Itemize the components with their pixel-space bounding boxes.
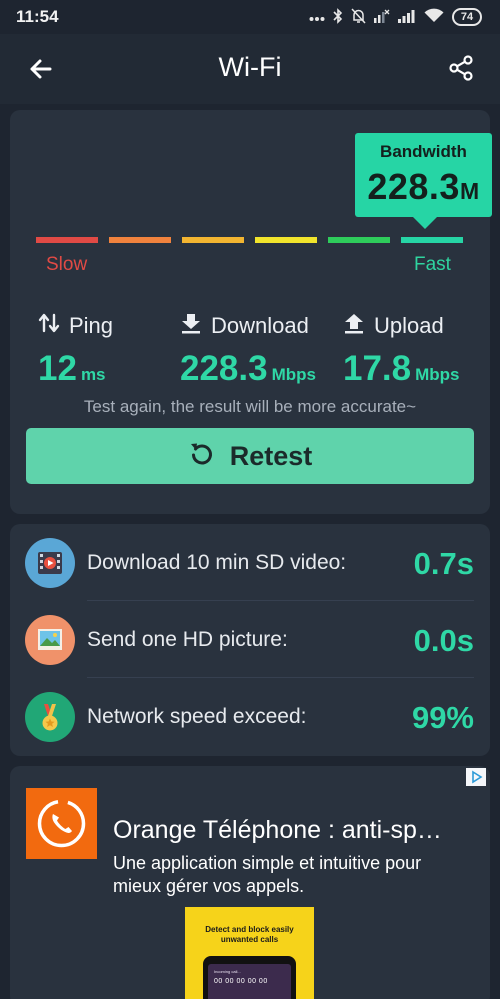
ad-screenshot-number: 00 00 00 00 00 [214, 978, 268, 985]
result-label: Send one HD picture: [87, 628, 288, 651]
result-label: Download 10 min SD video: [87, 551, 347, 574]
scale-slow-label: Slow [46, 254, 88, 275]
ad-screenshot-text: Detect and block easily unwanted calls [205, 925, 294, 944]
download-value: 228.3 [180, 349, 268, 388]
signal-x-icon [374, 9, 390, 26]
page-title: Wi-Fi [218, 52, 282, 82]
speed-scale-segment [255, 237, 317, 243]
orange-phone-logo[interactable] [26, 788, 97, 859]
ping-arrows-icon [38, 312, 60, 340]
wifi-icon [424, 8, 444, 26]
ping-metric: Ping 12 ms [38, 312, 113, 389]
download-metric: Download 228.3 Mbps [180, 312, 316, 389]
status-bar: 11:54 74 [0, 0, 500, 34]
upload-icon [343, 312, 365, 340]
picture-icon [25, 615, 75, 665]
result-value: 99% [411, 700, 474, 735]
result-row: Send one HD picture: 0.0s [10, 601, 490, 678]
refresh-icon [188, 440, 216, 473]
results-card: Download 10 min SD video: 0.7s Send one … [10, 524, 490, 756]
retest-hint: Test again, the result will be more accu… [83, 397, 417, 416]
status-icons: 74 [309, 7, 482, 27]
ping-label: Ping [69, 313, 114, 338]
scale-fast-label: Fast [414, 254, 451, 275]
ad-title[interactable]: Orange Téléphone : anti-sp… [113, 816, 473, 845]
upload-label: Upload [374, 313, 444, 338]
retest-button-label: Retest [229, 440, 313, 471]
ad-description: Une application simple et intuitive pour… [113, 853, 422, 896]
download-icon [180, 312, 202, 340]
share-icon[interactable] [446, 53, 476, 83]
result-value: 0.7s [413, 546, 474, 581]
bandwidth-value-group: 228.3M [355, 166, 492, 208]
ad-phone-image: Incoming call... 00 00 00 00 00 [203, 956, 296, 999]
medal-icon [25, 692, 75, 742]
video-icon [25, 538, 75, 588]
bluetooth-icon [333, 7, 343, 27]
ad-phone-screen: Incoming call... 00 00 00 00 00 [208, 964, 291, 999]
signal-icon [398, 9, 416, 26]
upload-unit: Mbps [415, 365, 460, 384]
upload-metric: Upload 17.8 Mbps [343, 312, 460, 389]
result-value: 0.0s [413, 623, 474, 658]
speed-scale-segment [109, 237, 171, 243]
bandwidth-unit: M [459, 178, 480, 204]
speed-scale-segment [36, 237, 98, 243]
more-dots-icon [309, 9, 325, 25]
retest-button[interactable]: Retest [26, 428, 474, 484]
speed-scale-segment [401, 237, 463, 243]
speed-scale-segment [328, 237, 390, 243]
result-row: Network speed exceed: 99% [10, 678, 490, 755]
status-time: 11:54 [16, 7, 59, 26]
battery-icon: 74 [452, 8, 482, 26]
ad-screenshot[interactable]: Detect and block easily unwanted calls I… [185, 907, 314, 999]
result-label: Network speed exceed: [87, 705, 307, 728]
ad-card[interactable]: Orange Téléphone : anti-sp… Une applicat… [10, 766, 490, 999]
bandwidth-bubble: Bandwidth 228.3M [355, 133, 492, 229]
speed-scale-segment [182, 237, 244, 243]
adchoices-icon[interactable] [466, 768, 486, 786]
mute-bell-icon [351, 7, 366, 27]
ping-value: 12 [38, 349, 77, 388]
bandwidth-label: Bandwidth [380, 142, 467, 161]
app-bar: Wi-Fi [0, 34, 500, 104]
ping-unit: ms [80, 365, 106, 384]
result-row: Download 10 min SD video: 0.7s [10, 524, 490, 601]
upload-value: 17.8 [343, 349, 412, 388]
ad-screenshot-call-label: Incoming call... [214, 969, 241, 974]
download-unit: Mbps [271, 365, 316, 384]
bandwidth-value: 228.3 [367, 166, 460, 207]
download-label: Download [211, 313, 309, 338]
